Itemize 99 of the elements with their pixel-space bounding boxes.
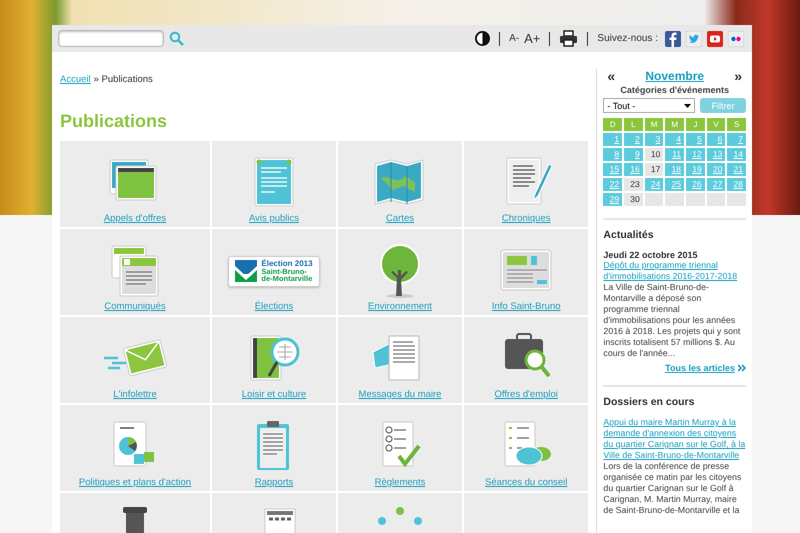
publication-tile[interactable]: Règlements (338, 405, 462, 491)
publication-tile[interactable]: Offres d'emploi (464, 317, 588, 403)
increase-text-button[interactable]: A+ (524, 31, 540, 46)
publication-link[interactable]: Avis publics (249, 213, 299, 224)
decrease-text-button[interactable]: A- (509, 33, 520, 44)
publication-tile[interactable]: Environnement (338, 229, 462, 315)
categories-label: Catégories d'événements (619, 85, 730, 95)
breadcrumb-current: » Publications (94, 74, 153, 85)
publication-link[interactable]: Info Saint-Bruno (492, 301, 561, 312)
file-link[interactable]: Appui du maire Martin Murray à la demande d'annexion des citoyens du quartier Carignan sur le Golf, à la Ville de Saint-Bruno-de-Montarville (603, 417, 746, 461)
publication-tile[interactable]: Cartes (338, 141, 462, 227)
files-heading: Dossiers en cours (603, 396, 696, 408)
publication-link[interactable]: Messages du maire (358, 389, 442, 400)
calendar-day[interactable]: 22 (603, 178, 622, 191)
calendar-day[interactable]: 7 (727, 133, 746, 146)
calendar-day[interactable]: 27 (706, 178, 726, 191)
publication-tile[interactable]: Avis publics (212, 141, 336, 227)
publication-link[interactable]: Appels d'offres (104, 213, 166, 224)
calendar-day: 10 (644, 148, 664, 161)
search-field[interactable] (58, 30, 164, 47)
next-month-button[interactable]: » (734, 68, 742, 84)
calendar-day[interactable]: 15 (603, 163, 622, 176)
news-summary: La Ville de Saint-Bruno-de-Montarville a déposé son programme triennal d'immobilisations pour les années 2016 à 2018. Les projets qui y sont inscrits totalisent 57 millions $. Au cours de l'année... (603, 282, 742, 359)
calendar-day[interactable]: 14 (727, 148, 746, 161)
publication-tile[interactable]: Chroniques (464, 141, 588, 227)
print-icon[interactable] (559, 30, 578, 47)
publication-tile[interactable]: Rapports (212, 405, 336, 491)
publication-link[interactable]: Loisir et culture (242, 389, 306, 400)
calendar-day[interactable]: 13 (706, 148, 726, 161)
calendar-day: 30 (624, 193, 643, 206)
calendar-day[interactable]: 6 (706, 133, 726, 146)
publication-link[interactable]: Règlements (374, 477, 426, 488)
calendar-day[interactable]: 11 (665, 148, 684, 161)
calendar-day[interactable]: 24 (644, 178, 664, 191)
news-heading: Actualités (603, 229, 655, 241)
calendar-day[interactable]: 9 (624, 148, 643, 161)
contrast-icon[interactable] (475, 31, 490, 46)
calendar-day[interactable]: 18 (665, 163, 684, 176)
month-link[interactable]: Novembre (645, 69, 704, 83)
facebook-icon[interactable] (665, 30, 681, 46)
people-icon (376, 505, 424, 527)
calendar-day[interactable]: 16 (624, 163, 643, 176)
weekday-header: S (727, 118, 746, 131)
publication-link[interactable]: Environnement (368, 301, 432, 312)
filter-button[interactable]: Filtrer (700, 98, 746, 113)
news-link[interactable]: Dépôt du programme triennal d'immobilisations 2016-2017-2018 (603, 260, 746, 282)
weekday-header: M (644, 118, 664, 131)
calendar-day[interactable]: 28 (727, 178, 746, 191)
page-title: Publications (60, 111, 168, 132)
publication-tile[interactable]: L'infolettre (60, 317, 210, 403)
publication-link[interactable]: Communiqués (104, 301, 166, 312)
calendar-day[interactable]: 21 (727, 163, 746, 176)
publication-tile[interactable]: Info Saint-Bruno (464, 229, 588, 315)
publication-tile[interactable]: Communiqués (60, 229, 210, 315)
weekday-header: V (706, 118, 726, 131)
calendar-day[interactable]: 12 (686, 148, 705, 161)
publication-link[interactable]: Élections (254, 301, 294, 312)
weekday-header: D (603, 118, 622, 131)
publication-link[interactable]: Offres d'emploi (494, 389, 558, 400)
calendar-day: 17 (644, 163, 664, 176)
photo-sharing-icon[interactable] (728, 30, 744, 46)
publication-tile[interactable]: Messages du maire (338, 317, 462, 403)
calendar-day[interactable]: 26 (686, 178, 705, 191)
calendar-day[interactable]: 1 (603, 133, 622, 146)
weekday-header: J (686, 118, 705, 131)
all-articles-link[interactable]: Tous les articles (665, 363, 735, 373)
file-summary: Lors de la conférence de presse organisée ce matin par les citoyens du quartier Carignan sur le Golf à Carignan, M. Martin Murray, maire de Saint-Bruno-de-Montarville et la (603, 461, 742, 516)
calendar-day[interactable]: 5 (686, 133, 705, 146)
weekday-header: M (665, 118, 684, 131)
calendar-day[interactable]: 19 (686, 163, 705, 176)
calendar-day: 23 (624, 178, 643, 191)
previous-month-button[interactable]: « (607, 68, 616, 84)
publication-tile[interactable]: Politiques et plans d'action (60, 405, 210, 491)
publication-link[interactable]: Cartes (386, 213, 414, 224)
logo-text: Élection 2013 (261, 260, 313, 268)
calendar-day[interactable]: 8 (603, 148, 622, 161)
double-chevron-icon[interactable] (738, 364, 746, 372)
check-mark-icon (235, 260, 258, 282)
publication-tile[interactable]: Séances du conseil (464, 405, 588, 491)
video-icon[interactable] (707, 30, 723, 46)
calendar-day[interactable]: 3 (644, 133, 664, 146)
publication-link[interactable]: Chroniques (502, 213, 550, 224)
news-date: Jeudi 22 octobre 2015 (603, 250, 698, 260)
calendar-day[interactable]: 29 (603, 193, 622, 206)
weekday-header: L (624, 118, 643, 131)
follow-label: Suivez-nous : (597, 33, 658, 44)
publication-tile[interactable]: Loisir et culture (212, 317, 336, 403)
category-dropdown[interactable]: - Tout - (603, 98, 695, 113)
caret-icon (684, 104, 691, 108)
publication-link[interactable]: Politiques et plans d'action (78, 477, 192, 488)
calendar-day[interactable]: 2 (624, 133, 643, 146)
publication-link[interactable]: Séances du conseil (485, 477, 568, 488)
calendar-day[interactable]: 4 (665, 133, 684, 146)
publication-tile[interactable]: Appels d'offres (60, 141, 210, 227)
calendar-day[interactable]: 25 (665, 178, 684, 191)
calendar-day[interactable]: 20 (706, 163, 726, 176)
breadcrumb-home-link[interactable]: Accueil (60, 74, 91, 85)
publication-link[interactable]: Rapports (254, 477, 294, 488)
publication-link[interactable]: L'infolettre (113, 389, 157, 400)
